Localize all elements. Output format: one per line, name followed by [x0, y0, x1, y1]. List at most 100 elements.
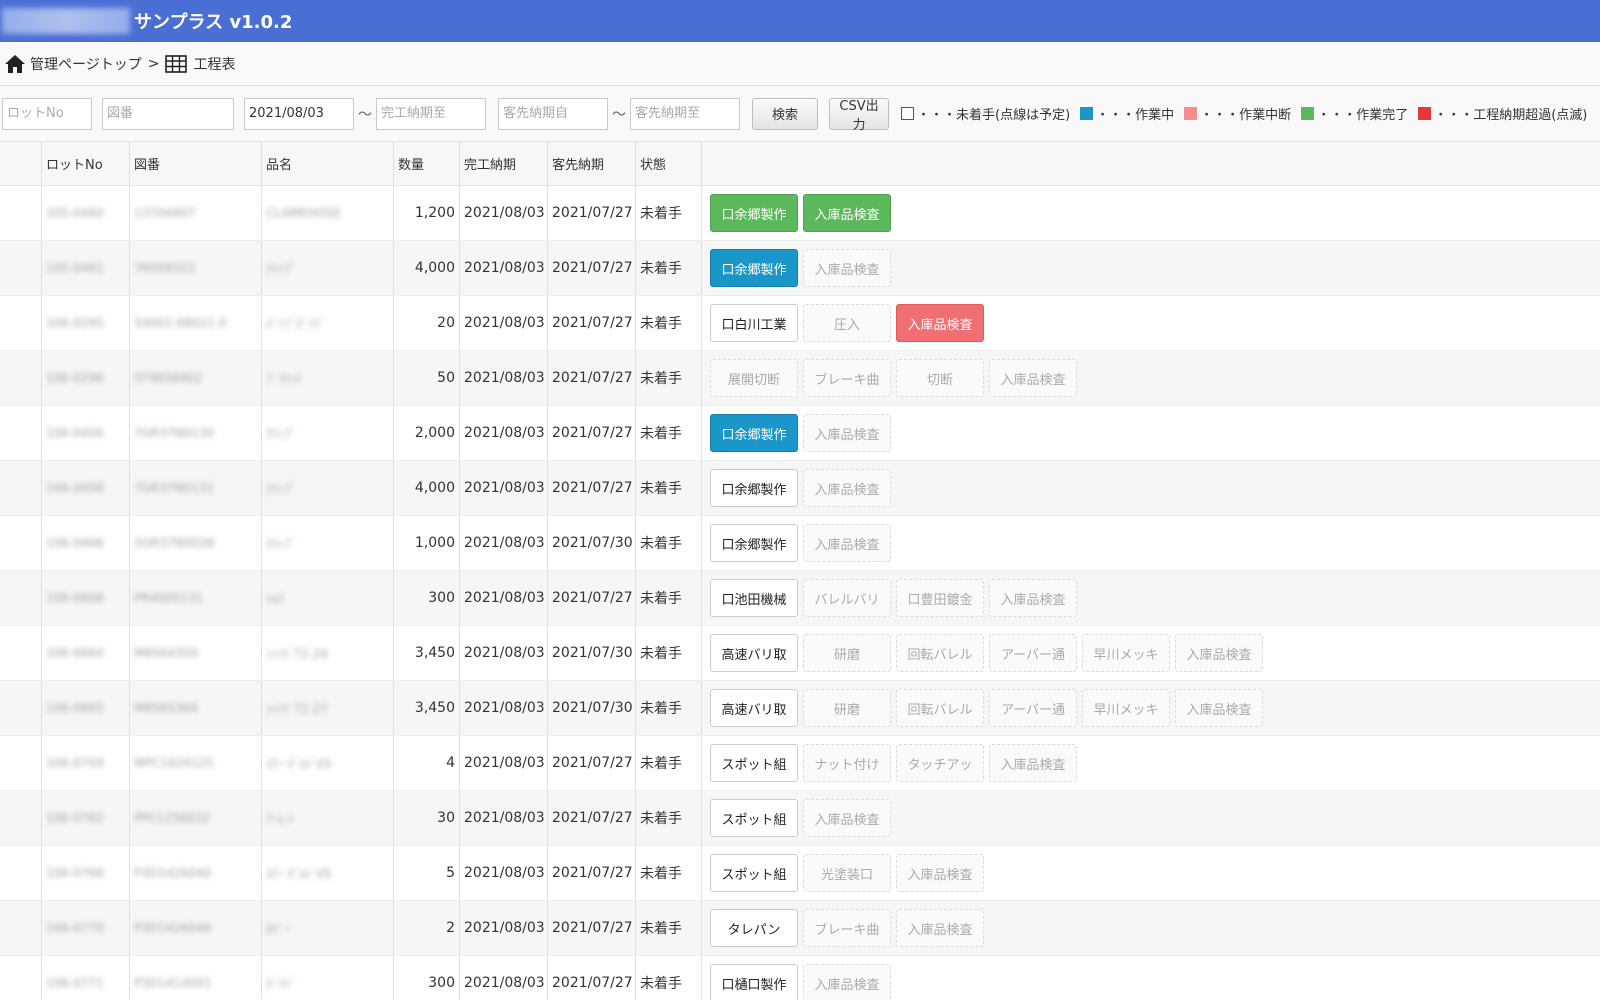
process-button[interactable]: 入庫品検査 — [803, 469, 891, 507]
lot-no-cell: 106-0759 — [42, 736, 130, 790]
process-button[interactable]: 口余郷製作 — [710, 469, 798, 507]
process-button[interactable]: 口余郷製作 — [710, 249, 798, 287]
process-button[interactable]: 回転バレル — [896, 689, 984, 727]
process-button[interactable]: 入庫品検査 — [803, 524, 891, 562]
process-button[interactable]: 回転バレル — [896, 634, 984, 672]
process-button[interactable]: 入庫品検査 — [803, 194, 891, 232]
table-row[interactable]: 106-0296 ST9658402 ﾌﾞﾗｹｯﾄ 50 2021/08/03 2021/… — [0, 351, 1600, 406]
table-row[interactable]: 106-0664 M8564359 ｼｬﾌﾄ T2.24 3,450 2021/08/0… — [0, 626, 1600, 681]
table-row[interactable]: 106-0295 54002-08021-0 ﾊﾟｲﾌﾟｶﾞｲﾄﾞ 20 2021/08… — [0, 296, 1600, 351]
table-row[interactable]: 106-0768 P3D1426040 ｽﾃｰ ﾎﾞﾙﾄ VS 5 2021/08/03… — [0, 846, 1600, 901]
process-button[interactable]: 入庫品検査 — [989, 579, 1077, 617]
table-header: ロットNo 図番 品名 数量 完工納期 客先納期 状態 — [0, 142, 1600, 186]
complete-date-from-input[interactable] — [244, 97, 354, 130]
table-row[interactable]: 105-0461 7R0S8322 ｸﾘｯﾌﾟ 4,000 2021/08/03 2021… — [0, 241, 1600, 296]
lot-no-cell-text: 106-0768 — [46, 866, 104, 880]
process-button[interactable]: 入庫品検査 — [1175, 689, 1263, 727]
process-button[interactable]: 入庫品検査 — [1175, 634, 1263, 672]
process-button[interactable]: 切断 — [896, 359, 984, 397]
process-button[interactable]: タッチアッ — [896, 744, 984, 782]
row-blank-cell — [0, 736, 42, 790]
legend-item: ・・・工程納期超過(点滅) — [1418, 104, 1587, 123]
quantity-cell-text: 3,450 — [414, 645, 455, 661]
process-button[interactable]: 展開切断 — [710, 359, 798, 397]
completion-date-cell: 2021/08/03 — [460, 791, 548, 845]
completion-date-cell: 2021/08/03 — [460, 296, 548, 350]
process-button[interactable]: 入庫品検査 — [989, 744, 1077, 782]
lot-no-input[interactable] — [2, 97, 92, 130]
table-row[interactable]: 105-0460 1370A807 CLAMEHOSE 1,200 2021/08/03… — [0, 186, 1600, 241]
process-button[interactable]: スポット組 — [710, 744, 798, 782]
legend-swatch — [901, 107, 914, 120]
process-button[interactable]: スポット組 — [710, 799, 798, 837]
process-button[interactable]: タレパン — [710, 909, 798, 947]
process-button[interactable]: 入庫品検査 — [803, 414, 891, 452]
process-button[interactable]: スポット組 — [710, 854, 798, 892]
process-button[interactable]: 口白川工業 — [710, 304, 798, 342]
table-row[interactable]: 106-0466 5GR37N0028 ｸﾘｯﾌﾟ 1,000 2021/08/03 20… — [0, 516, 1600, 571]
customer-date-cell: 2021/07/27 — [548, 186, 636, 240]
table-row[interactable]: 106-0665 M8565364 ｼｬﾌﾄ T2.27 3,450 2021/08/0… — [0, 681, 1600, 736]
table-row[interactable]: 106-0608 PR4005131 ﾄﾙｸ 300 2021/08/03 2021/07… — [0, 571, 1600, 626]
customer-date-from-input[interactable] — [498, 97, 608, 130]
csv-export-button[interactable]: CSV出力 — [829, 97, 889, 133]
customer-date-cell-text: 2021/07/27 — [552, 590, 633, 606]
customer-date-to-input[interactable] — [630, 97, 740, 130]
table-row[interactable]: 106-0456 7GR37N0130 ｸﾘｯﾌﾟ 2,000 2021/08/03 20… — [0, 406, 1600, 461]
process-button[interactable]: 早川メッキ — [1082, 634, 1170, 672]
column-header-quantity: 数量 — [394, 142, 460, 185]
process-button[interactable]: ブレーキ曲 — [803, 359, 891, 397]
process-button[interactable]: アーバー通 — [989, 634, 1077, 672]
status-cell-text: 未着手 — [640, 261, 682, 277]
drawing-no-cell: 7GR37N0131 — [130, 461, 262, 515]
process-button[interactable]: 入庫品検査 — [803, 249, 891, 287]
search-button[interactable]: 検索 — [752, 97, 818, 130]
process-button[interactable]: 口余郷製作 — [710, 194, 798, 232]
breadcrumb-home[interactable]: 管理ページトップ — [4, 54, 142, 74]
drawing-no-input[interactable] — [102, 97, 234, 130]
process-button[interactable]: 光塗装口 — [803, 854, 891, 892]
product-name-cell-text: CLAMEHOSE — [266, 206, 342, 220]
process-button[interactable]: 高速バリ取 — [710, 634, 798, 672]
completion-date-cell: 2021/08/03 — [460, 516, 548, 570]
column-header-status: 状態 — [636, 142, 702, 185]
process-button[interactable]: 口池田機械 — [710, 579, 798, 617]
status-cell-text: 未着手 — [640, 536, 682, 552]
status-cell-text: 未着手 — [640, 371, 682, 387]
table-row[interactable]: 106-0771 P3D1414001 ｶﾞｲﾄﾞ 300 2021/08/03 2021… — [0, 956, 1600, 1000]
lot-no-cell-text: 106-0296 — [46, 371, 104, 385]
process-button[interactable]: バレルバリ — [803, 579, 891, 617]
process-button[interactable]: 研磨 — [803, 634, 891, 672]
process-button[interactable]: 口樋口製作 — [710, 964, 798, 1000]
process-button[interactable]: 口豊田鍍金 — [896, 579, 984, 617]
process-button[interactable]: 入庫品検査 — [803, 964, 891, 1000]
lot-no-cell: 105-0461 — [42, 241, 130, 295]
process-button[interactable]: 口余郷製作 — [710, 414, 798, 452]
process-button[interactable]: 圧入 — [803, 304, 891, 342]
completion-date-cell-text: 2021/08/03 — [464, 865, 545, 881]
process-button[interactable]: 入庫品検査 — [896, 854, 984, 892]
process-button[interactable]: 入庫品検査 — [896, 304, 984, 342]
quantity-cell: 1,000 — [394, 516, 460, 570]
quantity-cell-text: 2 — [446, 920, 455, 936]
product-name-cell-text: ｸﾘｯﾌﾟ — [266, 481, 297, 496]
completion-date-cell-text: 2021/08/03 — [464, 755, 545, 771]
process-button[interactable]: ナット付け — [803, 744, 891, 782]
complete-date-to-input[interactable] — [376, 97, 486, 130]
table-row[interactable]: 106-0770 P3D1426046 ｶﾊﾞｰ 2 2021/08/03 2021/07… — [0, 901, 1600, 956]
process-button[interactable]: 早川メッキ — [1082, 689, 1170, 727]
table-row[interactable]: 106-0458 7GR37N0131 ｸﾘｯﾌﾟ 4,000 2021/08/03 20… — [0, 461, 1600, 516]
lot-no-cell: 106-0770 — [42, 901, 130, 955]
process-button[interactable]: 高速バリ取 — [710, 689, 798, 727]
process-button[interactable]: 口余郷製作 — [710, 524, 798, 562]
process-button[interactable]: 研磨 — [803, 689, 891, 727]
process-button[interactable]: アーバー通 — [989, 689, 1077, 727]
customer-date-cell: 2021/07/27 — [548, 736, 636, 790]
table-row[interactable]: 106-0759 MPC1424125 ｽﾃｰ ﾎﾞﾙﾄ VS 4 2021/08/03… — [0, 736, 1600, 791]
process-button[interactable]: 入庫品検査 — [989, 359, 1077, 397]
process-button[interactable]: ブレーキ曲 — [803, 909, 891, 947]
process-button[interactable]: 入庫品検査 — [896, 909, 984, 947]
table-row[interactable]: 106-0762 PPC1256032 ｱｰﾑ ﾄ 30 2021/08/03 2021/… — [0, 791, 1600, 846]
status-cell-text: 未着手 — [640, 866, 682, 882]
process-button[interactable]: 入庫品検査 — [803, 799, 891, 837]
